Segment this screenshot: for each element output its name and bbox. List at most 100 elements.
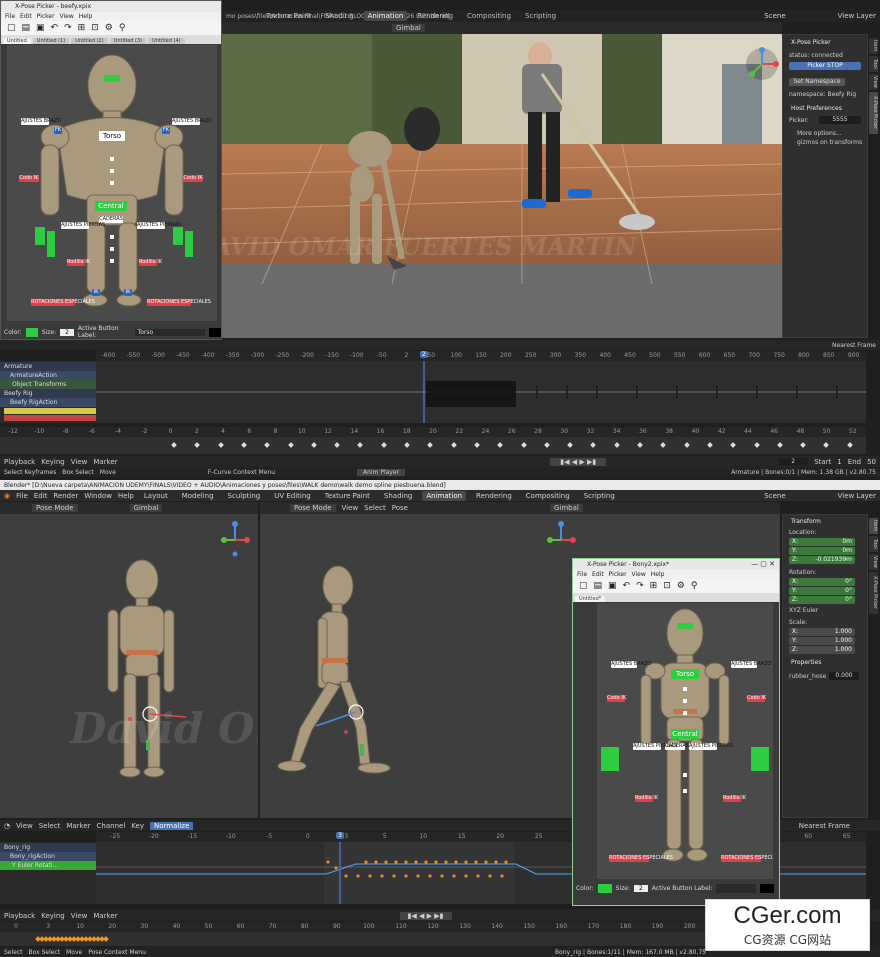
keyframe-marker[interactable]: [334, 442, 340, 448]
bottom-save-icon[interactable]: ▣: [608, 581, 617, 591]
keyframe-marker[interactable]: [194, 442, 201, 448]
rubber-hose-field[interactable]: 0.000: [829, 672, 859, 680]
bottom-tab-modeling[interactable]: Modeling: [178, 491, 218, 501]
top-ajustes-piernas-left[interactable]: AJUSTES PIERNAS: [61, 222, 105, 229]
bottom-tab-scripting[interactable]: Scripting: [580, 491, 619, 501]
top-play-controls[interactable]: ▮◀ ◀ ▶ ▶▮: [550, 457, 607, 466]
channel-beefy-rig[interactable]: Beefy Rig: [0, 389, 96, 398]
top-spine-ctrl-1[interactable]: [110, 157, 114, 161]
scene-selector[interactable]: Scene: [764, 12, 785, 20]
bottom-view-layer[interactable]: View Layer: [838, 492, 876, 500]
top-spine-ctrl-6[interactable]: [110, 259, 114, 263]
open-folder-icon[interactable]: ▤: [22, 23, 31, 33]
top-frame-field[interactable]: 2: [778, 458, 809, 465]
top-ik-left-button[interactable]: IK: [92, 289, 100, 296]
top-nearest-frame[interactable]: Nearest Frame: [832, 342, 876, 349]
bottom-marker-menu[interactable]: Marker: [93, 912, 117, 920]
bottom-menu-file[interactable]: File: [16, 492, 28, 500]
channel-y-euler-rotation[interactable]: Y Euler Rotati...: [0, 861, 96, 870]
bottom-picker-menu-file[interactable]: File: [577, 571, 587, 578]
graph-menu-marker[interactable]: Marker: [66, 822, 90, 830]
location-z-field[interactable]: Z: -0.021939m: [789, 556, 855, 564]
import-icon[interactable]: ⊡: [91, 23, 99, 33]
bottom-open-folder-icon[interactable]: ▤: [594, 581, 603, 591]
top-picker-menu-file[interactable]: File: [5, 13, 15, 20]
scale-y-field[interactable]: Y: 1.000: [789, 637, 855, 645]
keyframe-marker[interactable]: [800, 442, 806, 448]
bottom-active-value[interactable]: [716, 883, 757, 893]
bottom-rotaciones-right[interactable]: ROTACIONES ESPECIALES: [721, 855, 773, 862]
bottom-color-swatch[interactable]: [597, 883, 612, 893]
keyframe-marker[interactable]: [171, 442, 177, 448]
properties-header[interactable]: Properties: [791, 659, 821, 666]
location-x-field[interactable]: X: 0m: [789, 538, 855, 546]
right-menu-select[interactable]: Select: [364, 504, 386, 512]
top-hand-ctrl-l2[interactable]: [47, 231, 55, 257]
graph-menu-select[interactable]: Select: [39, 822, 61, 830]
keyframe-marker[interactable]: [637, 442, 643, 448]
right-orientation-dropdown[interactable]: Gimbal: [549, 504, 583, 512]
top-picker-menu-picker[interactable]: Picker: [37, 13, 55, 20]
top-rodilla-ik-right[interactable]: Rodilla IK: [139, 259, 162, 266]
keyframe-marker[interactable]: [217, 442, 224, 448]
bottom-side-tab-tool[interactable]: Tool: [869, 536, 878, 552]
bottom-tab-compositing[interactable]: Compositing: [522, 491, 574, 501]
bottom-picker-menu-help[interactable]: Help: [651, 571, 665, 578]
right-mode-dropdown[interactable]: Pose Mode: [290, 504, 336, 512]
top-start-value[interactable]: 1: [837, 458, 841, 466]
keyframe-marker[interactable]: [753, 442, 760, 448]
top-hand-ctrl-l1[interactable]: [35, 227, 45, 245]
bottom-hand-ctrl-r[interactable]: [751, 747, 769, 771]
bottom-spine-ctrl-3[interactable]: [683, 711, 687, 715]
set-namespace-button[interactable]: Set Namespace: [789, 78, 845, 86]
tab-shading[interactable]: Shading: [321, 11, 357, 21]
rotation-z-field[interactable]: Z: 0°: [789, 596, 855, 604]
host-preferences-header[interactable]: Host Preferences: [791, 105, 842, 112]
top-active-value[interactable]: Torso: [134, 328, 205, 336]
add-tab-icon[interactable]: ⊞: [78, 23, 86, 33]
bottom-gear-icon[interactable]: ⚙: [677, 581, 685, 591]
bottom-side-tab-view[interactable]: View: [869, 554, 878, 570]
keyframe-marker[interactable]: [707, 442, 713, 448]
bottom-picker-canvas[interactable]: AJUSTES BRAZO AJUSTES BRAZO Torso Codo I…: [597, 603, 773, 879]
bottom-menu-edit[interactable]: Edit: [34, 492, 48, 500]
bottom-tab-sculpting[interactable]: Sculpting: [224, 491, 265, 501]
redo-icon[interactable]: ↷: [64, 23, 72, 33]
keyframe-marker[interactable]: [683, 442, 690, 448]
bottom-side-tab-item[interactable]: Item: [869, 518, 878, 534]
top-hand-ctrl-r1[interactable]: [173, 227, 183, 245]
top-spine-ctrl-2[interactable]: [110, 169, 114, 173]
bottom-left-3d-viewport[interactable]: David Omar Fuertes Martin: [0, 514, 258, 818]
keyframe-marker[interactable]: [427, 442, 434, 448]
top-size-field[interactable]: 2: [60, 328, 74, 336]
keyframe-marker[interactable]: [357, 442, 364, 448]
bottom-menu-window[interactable]: Window: [84, 492, 112, 500]
top-dopesheet[interactable]: [0, 437, 866, 454]
side-tab-xpose[interactable]: X-Pose Picker: [869, 92, 878, 134]
channel-armature-action[interactable]: ArmatureAction: [0, 371, 96, 380]
top-codo-ik-right[interactable]: Codo IK: [183, 175, 203, 182]
bottom-codo-ik-right[interactable]: Codo IK: [747, 695, 766, 702]
tab-scripting[interactable]: Scripting: [521, 11, 560, 21]
right-menu-view[interactable]: View: [342, 504, 359, 512]
top-fk-right-button[interactable]: FK: [162, 127, 170, 134]
top-picker-canvas[interactable]: AJUSTES BRAZO AJUSTES BRAZO Torso FK FK …: [7, 45, 217, 321]
tab-compositing[interactable]: Compositing: [463, 11, 515, 21]
top-end-value[interactable]: 50: [867, 458, 876, 466]
bottom-picker-menu-edit[interactable]: Edit: [592, 571, 604, 578]
channel-yellow[interactable]: [4, 408, 96, 414]
left-mode-dropdown[interactable]: Pose Mode: [32, 504, 78, 512]
bottom-redo-icon[interactable]: ↷: [636, 581, 644, 591]
bottom-spine-ctrl-1[interactable]: [683, 687, 687, 691]
graph-menu-channel[interactable]: Channel: [97, 822, 126, 830]
top-rotaciones-right[interactable]: ROTACIONES ESPECIALES: [147, 299, 211, 306]
tab-texture-paint[interactable]: Texture Paint: [262, 11, 315, 21]
top-hand-ctrl-r2[interactable]: [185, 231, 193, 257]
undo-icon[interactable]: ↶: [51, 23, 59, 33]
top-ajustes-brazo-right[interactable]: AJUSTES BRAZO: [172, 118, 212, 125]
graph-nearest-frame[interactable]: Nearest Frame: [799, 822, 850, 830]
top-torso-button[interactable]: Torso: [99, 131, 125, 141]
bottom-tab-uv[interactable]: UV Editing: [270, 491, 315, 501]
view-layer-selector[interactable]: View Layer: [838, 12, 876, 20]
bottom-tab-rendering[interactable]: Rendering: [472, 491, 516, 501]
